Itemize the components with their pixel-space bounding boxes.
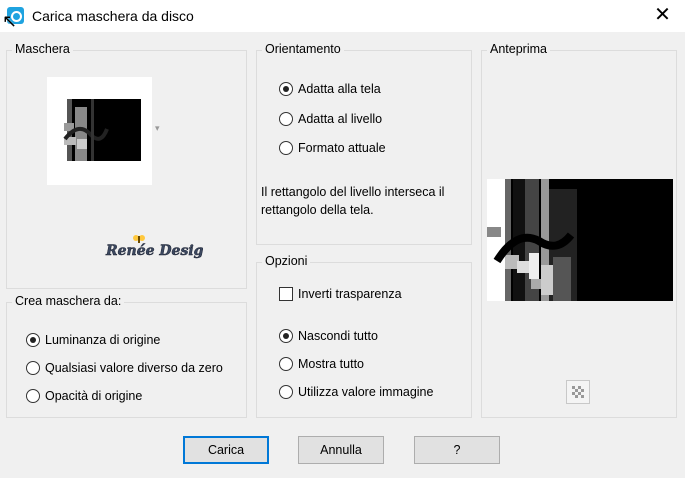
- radio-button[interactable]: [26, 361, 40, 375]
- dropdown-arrow-icon[interactable]: ▾: [155, 123, 160, 134]
- radio-button[interactable]: [26, 389, 40, 403]
- svg-text:Renée Design: Renée Design: [105, 243, 203, 259]
- load-button[interactable]: Carica: [183, 436, 269, 464]
- description-line: rettangolo della tela.: [261, 203, 374, 217]
- radio-fit-layer[interactable]: Adatta al livello: [279, 112, 382, 126]
- mask-thumbnail[interactable]: [47, 77, 152, 185]
- mask-group-legend: Maschera: [12, 42, 73, 56]
- radio-use-image-value[interactable]: Utilizza valore immagine: [279, 385, 433, 399]
- help-button[interactable]: ?: [414, 436, 500, 464]
- radio-button[interactable]: [279, 385, 293, 399]
- radio-label: Luminanza di origine: [45, 333, 161, 347]
- radio-label: Utilizza valore immagine: [298, 385, 434, 399]
- description-line: Il rettangolo del livello interseca il: [261, 185, 445, 199]
- window-title: Carica maschera da disco: [32, 8, 194, 24]
- mouse-cursor-icon: ↖: [2, 11, 18, 31]
- preview-image: [487, 179, 673, 301]
- preview-group: Anteprima: [481, 42, 677, 418]
- radio-label: Opacità di origine: [45, 389, 143, 403]
- options-legend: Opzioni: [262, 254, 311, 268]
- radio-current-size[interactable]: Formato attuale: [279, 141, 386, 155]
- radio-source-opacity[interactable]: Opacità di origine: [26, 389, 142, 403]
- radio-show-all[interactable]: Mostra tutto: [279, 357, 364, 371]
- radio-label: Adatta al livello: [298, 112, 383, 126]
- radio-fit-canvas[interactable]: Adatta alla tela: [279, 82, 381, 96]
- orientation-description: Il rettangolo del livello interseca il r…: [261, 183, 471, 219]
- cancel-button[interactable]: Annulla: [298, 436, 384, 464]
- radio-button[interactable]: [279, 329, 293, 343]
- orientation-legend: Orientamento: [262, 42, 344, 56]
- checkerboard-icon: [572, 386, 584, 398]
- create-mask-legend: Crea maschera da:: [12, 294, 125, 308]
- preview-graphic: [487, 179, 673, 301]
- preview-legend: Anteprima: [487, 42, 550, 56]
- checkbox[interactable]: [279, 287, 293, 301]
- radio-hide-all[interactable]: Nascondi tutto: [279, 329, 378, 343]
- options-group: Opzioni Inverti trasparenza Nascondi tut…: [256, 254, 472, 418]
- orientation-group: Orientamento Adatta alla tela Adatta al …: [256, 42, 472, 245]
- checkbox-invert-transparency[interactable]: Inverti trasparenza: [279, 287, 402, 301]
- renee-design-logo: Renée Design: [105, 235, 203, 259]
- radio-label: Formato attuale: [298, 141, 386, 155]
- title-bar: Carica maschera da disco ✕: [0, 0, 685, 32]
- radio-button[interactable]: [279, 357, 293, 371]
- radio-label: Qualsiasi valore diverso da zero: [45, 361, 223, 375]
- close-button[interactable]: ✕: [640, 0, 685, 32]
- checker-toggle-button[interactable]: [566, 380, 590, 404]
- radio-source-luminance[interactable]: Luminanza di origine: [26, 333, 160, 347]
- mask-image: [63, 99, 141, 161]
- radio-label: Nascondi tutto: [298, 329, 378, 343]
- radio-label: Adatta alla tela: [298, 82, 381, 96]
- create-mask-from-group: Crea maschera da: Luminanza di origine Q…: [6, 294, 247, 418]
- radio-label: Mostra tutto: [298, 357, 364, 371]
- radio-button[interactable]: [279, 141, 293, 155]
- radio-button[interactable]: [279, 112, 293, 126]
- checkbox-label: Inverti trasparenza: [298, 287, 402, 301]
- radio-any-nonzero[interactable]: Qualsiasi valore diverso da zero: [26, 361, 223, 375]
- mask-group: Maschera ▾ Renée Design: [6, 42, 247, 289]
- radio-button[interactable]: [26, 333, 40, 347]
- radio-button[interactable]: [279, 82, 293, 96]
